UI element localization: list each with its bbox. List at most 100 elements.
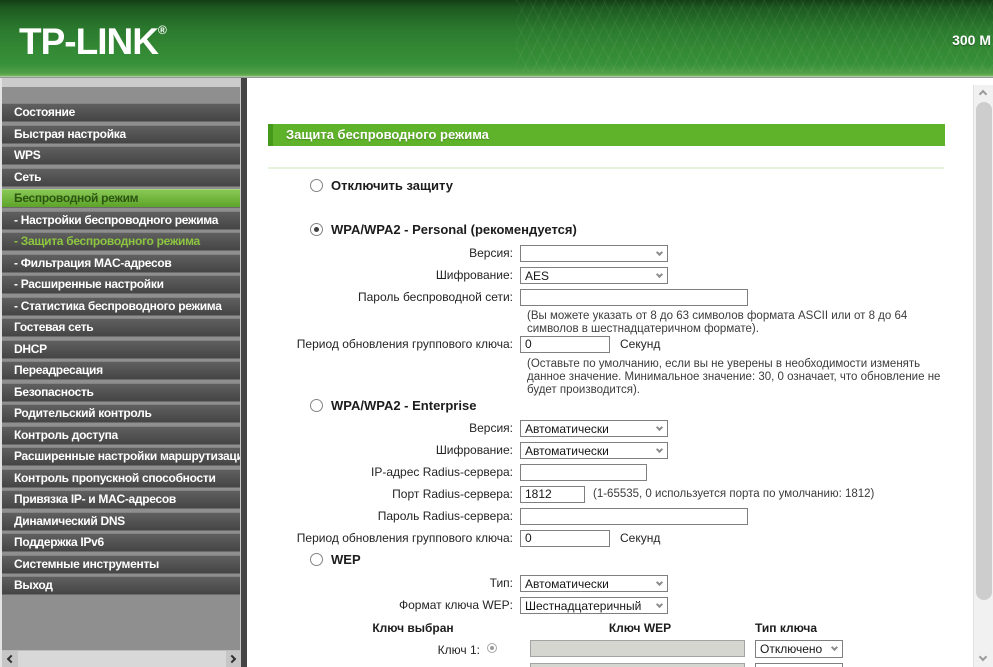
sidebar-item[interactable]: Состояние [2,103,240,121]
form-row-personal-gkup: Период обновления группового ключа: Секу… [247,335,660,353]
option-row-wep: WEP [310,552,361,567]
wep-format-label: Формат ключа WEP: [398,598,513,612]
radius-port-note: (1-65535, 0 используется порта по умолча… [593,488,875,500]
form-row-enterprise-gkup: Период обновления группового ключа: Секу… [247,529,660,547]
enterprise-encryption-label: Шифрование: [435,443,513,457]
sidebar-horizontal-scrollbar[interactable] [2,650,242,667]
sidebar-item[interactable]: Гостевая сеть [2,318,240,336]
wep-type-select[interactable]: Автоматически [520,574,668,592]
sidebar-item[interactable]: Расширенные настройки маршрутизации [2,447,240,465]
form-row-radius-password: Пароль Radius-сервера: [247,507,748,525]
wireless-password-input[interactable] [520,288,748,306]
form-row-wep-type: Тип: Автоматически [247,574,668,592]
sidebar-item[interactable]: Родительский контроль [2,404,240,422]
registered-mark: ® [157,23,167,37]
sidebar-item[interactable]: Системные инструменты [2,554,240,573]
sidebar-item[interactable]: Привязка IP- и MAC-адресов [2,490,240,508]
radius-ip-input[interactable] [520,463,647,481]
option-label-disable-security[interactable]: Отключить защиту [331,178,453,193]
chevron-up-icon [978,89,988,99]
scroll-down-button[interactable] [974,651,993,667]
radio-wpa-enterprise[interactable] [310,399,323,412]
sidebar-item[interactable]: - Расширенные настройки [2,275,240,293]
speed-badge: 300 M [952,32,991,48]
title-separator [268,167,944,169]
enterprise-gkup-unit: Секунд [620,531,661,545]
sidebar-item[interactable]: - Настройки беспроводного режима [2,210,240,229]
wep-format-value: Шестнадцатеричный [525,598,642,613]
vertical-scrollbar[interactable] [973,85,993,667]
sidebar-item[interactable]: - Защита беспроводного режима [2,232,240,250]
wep-col-key-type: Тип ключа [755,621,818,635]
enterprise-encryption-value: Автоматически [525,443,609,458]
radio-wep-key1[interactable] [487,643,497,653]
sidebar-item[interactable]: Беспроводной режим [2,189,240,207]
radius-port-input[interactable] [520,485,585,503]
chevron-right-icon [227,654,237,663]
sidebar-item[interactable]: - Фильтрация MAC-адресов [2,253,240,272]
option-label-wpa-enterprise[interactable]: WPA/WPA2 - Enterprise [331,398,476,413]
sidebar-item[interactable]: Быстрая настройка [2,124,240,143]
enterprise-gkup-label: Период обновления группового ключа: [296,531,513,545]
form-row-enterprise-version: Версия: Автоматически [247,419,668,437]
wep-key1-label: Ключ 1: [437,643,480,657]
sidebar-item[interactable]: Контроль пропускной способности [2,468,240,487]
scroll-up-button[interactable] [974,85,993,101]
personal-version-select[interactable] [520,244,668,262]
sidebar-item[interactable]: - Статистика беспроводного режима [2,296,240,315]
sidebar-item[interactable]: Поддержка IPv6 [2,533,240,551]
enterprise-encryption-select[interactable]: Автоматически [520,441,668,459]
wep-key1-type-value: Отключено [760,642,823,656]
header-hatch-pattern [516,0,993,72]
personal-gkup-input[interactable] [520,335,610,353]
sidebar-item[interactable]: Безопасность [2,382,240,401]
chevron-down-icon [655,248,664,256]
wep-key2-input[interactable] [530,663,745,667]
personal-encryption-label: Шифрование: [435,268,513,282]
password-note: (Вы можете указать от 8 до 63 символов ф… [527,310,908,335]
sidebar-item[interactable]: Динамический DNS [2,511,240,530]
radius-password-input[interactable] [520,507,748,525]
main-content: Защита беспроводного режима Отключить за… [247,78,973,667]
scroll-left-button[interactable] [2,650,18,667]
wep-key1-type-select[interactable]: Отключено [755,640,843,658]
chevron-down-icon [655,423,664,431]
sidebar-item[interactable]: WPS [2,146,240,164]
sidebar-item[interactable]: Сеть [2,167,240,186]
sidebar-item[interactable]: Переадресация [2,361,240,379]
sidebar-item[interactable]: Контроль доступа [2,425,240,444]
personal-encryption-select[interactable]: AES [520,266,668,284]
form-row-enterprise-encryption: Шифрование: Автоматически [247,441,668,459]
radio-wep[interactable] [310,553,323,566]
option-row-disable-security: Отключить защиту [310,178,453,193]
wep-key1-input[interactable] [530,640,745,657]
sidebar-item[interactable]: Выход [2,576,240,594]
form-row-radius-ip: IP-адрес Radius-сервера: [247,463,647,481]
radio-disable-security[interactable] [310,179,323,192]
header: TP-LINK® 300 M [0,0,993,78]
radio-wpa-personal[interactable] [310,223,323,236]
personal-encryption-value: AES [525,268,550,283]
wireless-password-label: Пароль беспроводной сети: [357,290,513,304]
personal-gkup-unit: Секунд [620,337,661,351]
tplink-logo: TP-LINK® [19,21,167,62]
wep-format-select[interactable]: Шестнадцатеричный [520,596,668,614]
sidebar-top-strip [2,78,240,87]
option-label-wep[interactable]: WEP [331,552,361,567]
sidebar-content-divider [240,78,247,667]
personal-version-label: Версия: [469,246,513,260]
form-row-personal-version: Версия: [247,244,668,262]
chevron-left-icon [6,654,16,663]
wep-key2-type-select[interactable] [755,663,843,667]
option-label-wpa-personal[interactable]: WPA/WPA2 - Personal (рекомендуется) [331,222,577,237]
chevron-down-icon [655,445,664,453]
wep-type-value: Автоматически [525,576,609,591]
sidebar-item[interactable]: DHCP [2,339,240,358]
form-row-radius-port: Порт Radius-сервера: (1-65535, 0 использ… [247,485,874,503]
enterprise-version-select[interactable]: Автоматически [520,419,668,437]
vertical-scrollbar-thumb[interactable] [976,102,992,600]
wep-col-key: Ключ WEP [608,621,672,635]
enterprise-gkup-input[interactable] [520,529,610,547]
radius-port-label: Порт Radius-сервера: [392,487,513,501]
gkup-note: (Оставьте по умолчанию, если вы не увере… [527,358,941,396]
